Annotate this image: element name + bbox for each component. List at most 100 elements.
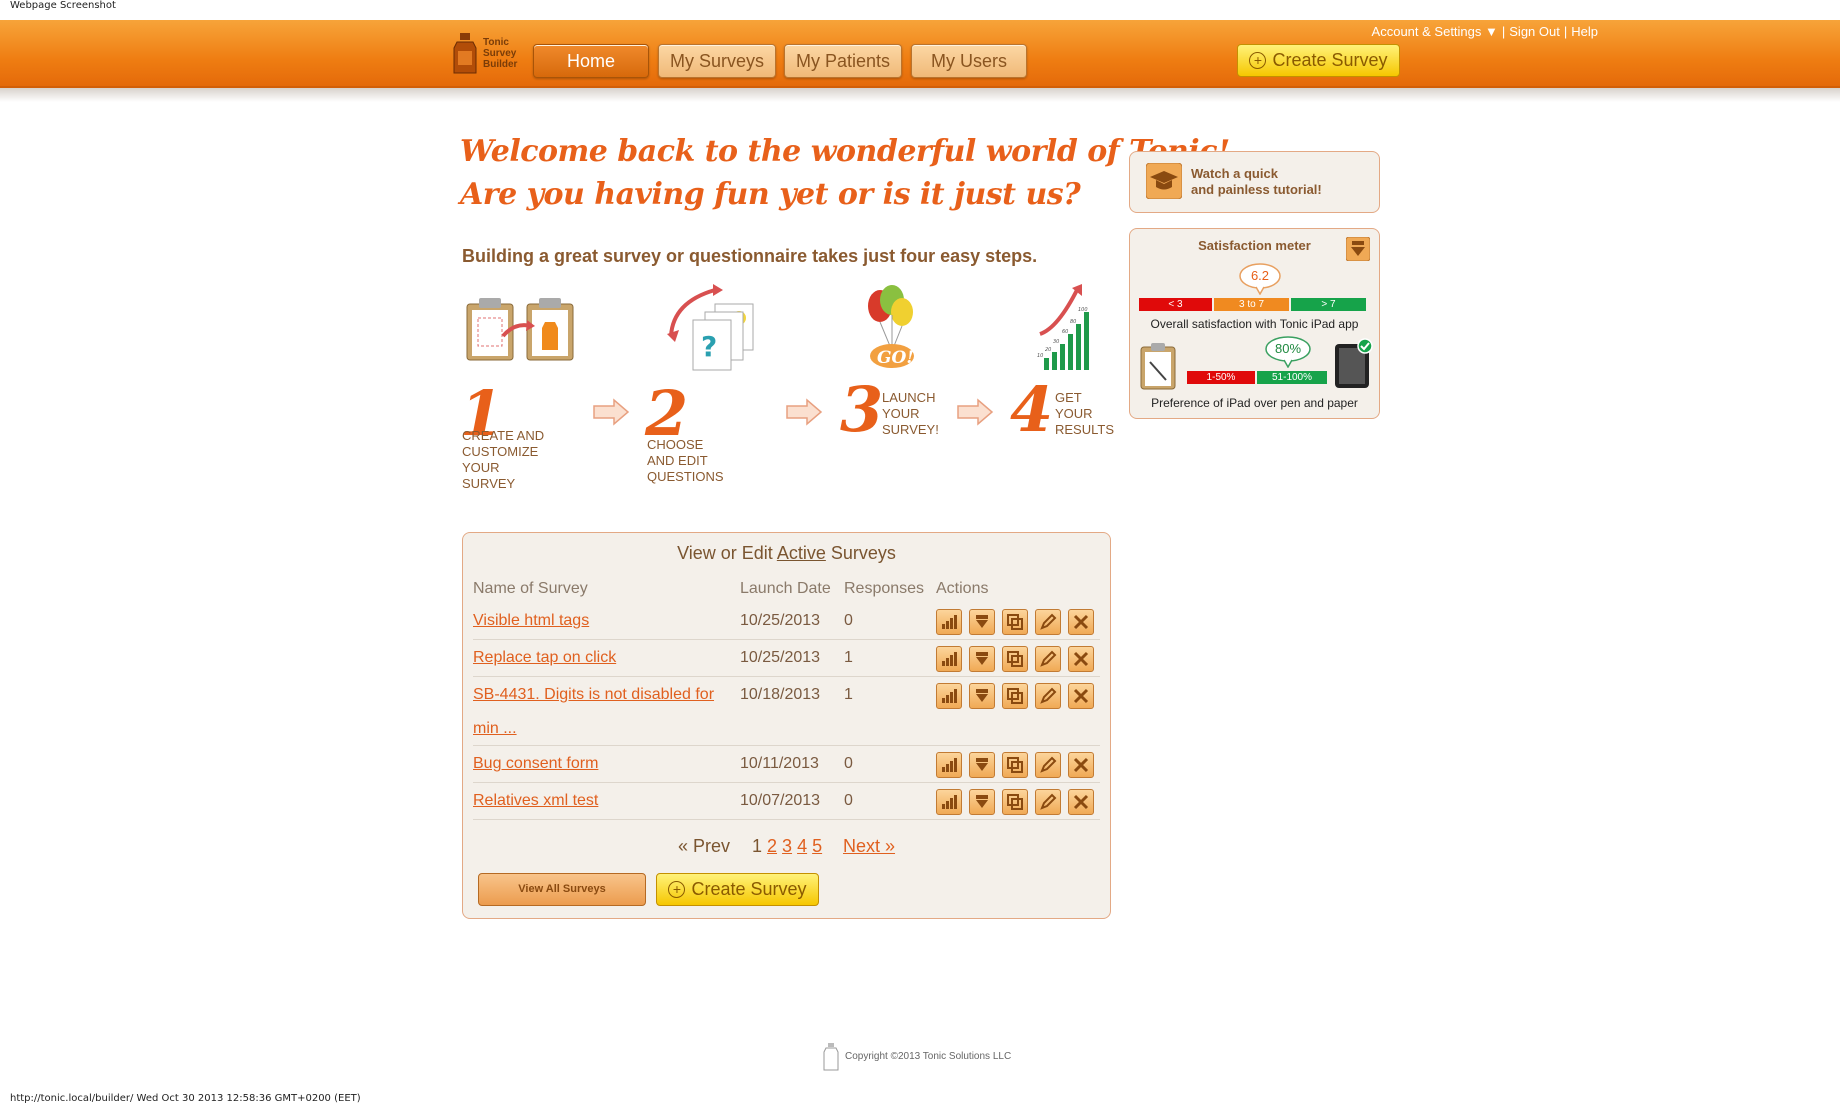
launch-date: 10/07/2013 [740,792,821,809]
step-1-text: CREATE AND CUSTOMIZE YOUR SURVEY [462,428,545,491]
survey-name-link[interactable]: Visible html tags [473,604,589,638]
step-3-number: 3 [840,373,884,446]
table-row: Bug consent form 10/11/2013 0 [473,747,1100,783]
tick-label: 80 [1070,319,1076,325]
launch-date: 10/25/2013 [740,612,821,629]
graduation-cap-icon[interactable] [1145,162,1183,204]
survey-name-link[interactable]: SB-4431. Digits is not disabled for [473,678,714,712]
pager-page-link[interactable]: 4 [797,836,807,856]
panel-title: View or Edit Active Surveys [677,543,896,563]
download-icon[interactable] [969,646,995,672]
pager-page-link[interactable]: 2 [767,836,777,856]
arrow-right-icon [592,398,630,431]
duplicate-icon[interactable] [1002,683,1028,709]
nav-my-patients[interactable]: My Patients [784,44,902,78]
sign-out-link[interactable]: Sign Out [1509,24,1560,39]
results-chart-icon[interactable] [936,752,962,778]
view-all-surveys-button[interactable]: View All Surveys [478,873,646,906]
download-icon[interactable] [969,683,995,709]
results-chart-icon[interactable] [936,609,962,635]
survey-name-link[interactable]: Replace tap on click [473,641,616,675]
bottle-footer-icon [823,1043,839,1076]
bottle-logo-icon[interactable] [452,33,478,80]
results-chart-icon[interactable] [936,683,962,709]
delete-icon[interactable] [1068,646,1094,672]
delete-icon[interactable] [1068,789,1094,815]
tick-label: 30 [1053,339,1059,345]
duplicate-icon[interactable] [1002,789,1028,815]
delete-icon[interactable] [1068,683,1094,709]
edit-pencil-icon[interactable] [1035,646,1061,672]
tablet-check-icon [1334,338,1374,395]
edit-pencil-icon[interactable] [1035,683,1061,709]
survey-name-link-continued[interactable]: min ... [473,712,517,746]
edit-pencil-icon[interactable] [1035,609,1061,635]
table-row: Replace tap on click 10/25/2013 1 [473,641,1100,677]
edit-pencil-icon[interactable] [1035,752,1061,778]
satisfaction-caption: Overall satisfaction with Tonic iPad app [1150,317,1359,331]
edit-pencil-icon[interactable] [1035,789,1061,815]
pager-prev[interactable]: « Prev [678,836,730,857]
step-3-text: LAUNCH YOUR SURVEY! [882,390,939,437]
preference-percent: 80% [1274,341,1302,356]
column-header-launch-date: Launch Date [740,580,831,597]
tick-label: 60 [1062,329,1068,335]
duplicate-icon[interactable] [1002,752,1028,778]
pager-page-links: 2 3 4 5 [767,836,822,857]
download-icon[interactable] [969,789,995,815]
table-row: Visible html tags 10/25/2013 0 [473,604,1100,640]
results-chart-icon[interactable] [936,789,962,815]
survey-name-link[interactable]: Relatives xml test [473,784,598,818]
duplicate-icon[interactable] [1002,646,1028,672]
pager-page-link[interactable]: 3 [782,836,792,856]
create-survey-label: Create Survey [1272,50,1388,70]
band-mid: 3 to 7 [1214,298,1289,311]
help-link[interactable]: Help [1571,24,1598,39]
download-icon[interactable] [1345,236,1371,266]
delete-icon[interactable] [1068,609,1094,635]
step-4-text: GET YOUR RESULTS [1055,390,1114,437]
account-links: Account & Settings ▼ | Sign Out | Help [1371,24,1598,39]
active-link[interactable]: Active [777,543,826,563]
nav-my-users[interactable]: My Users [911,44,1027,78]
responses-count: 0 [844,612,853,629]
account-settings-link[interactable]: Account & Settings ▼ [1372,24,1498,39]
welcome-heading: Welcome back to the wonderful world of T… [460,134,1230,212]
pager-page-link[interactable]: 5 [812,836,822,856]
pref-band-high: 51-100% [1257,371,1327,384]
step-2-text: CHOOSE AND EDIT QUESTIONS [647,437,724,484]
create-survey-button[interactable]: + Create Survey [1237,44,1400,77]
survey-name-link[interactable]: Bug consent form [473,747,598,781]
responses-count: 0 [844,792,853,809]
steps-intro: Building a great survey or questionnaire… [462,246,1038,266]
download-icon[interactable] [969,609,995,635]
launch-date: 10/11/2013 [740,755,819,772]
nav-my-surveys[interactable]: My Surveys [658,44,776,78]
duplicate-icon[interactable] [1002,609,1028,635]
create-survey-label: Create Survey [691,879,807,899]
tick-label: 20 [1045,347,1051,353]
download-icon[interactable] [969,752,995,778]
tutorial-text[interactable]: Watch a quick and painless tutorial! [1191,166,1322,198]
satisfaction-score: 6.2 [1250,268,1270,283]
pref-band-low: 1-50% [1187,371,1255,384]
chart-step-icon: 10 20 30 60 80 100 [1034,282,1094,379]
nav-home[interactable]: Home [533,44,649,78]
responses-count: 1 [844,649,853,666]
step-2-number: 2 [645,377,689,450]
questions-step-icon: ? [663,284,759,381]
arrow-right-icon [785,398,823,431]
column-header-responses: Responses [844,580,925,597]
header-shadow [0,88,1840,102]
go-badge: GO! [877,348,914,368]
create-survey-bottom-button[interactable]: + Create Survey [656,873,819,906]
column-header-name: Name of Survey [473,580,588,597]
table-row: Relatives xml test 10/07/2013 0 [473,784,1100,820]
delete-icon[interactable] [1068,752,1094,778]
plus-icon: + [1249,52,1267,69]
pager-next[interactable]: Next » [843,836,895,857]
status-line: http://tonic.local/builder/ Wed Oct 30 2… [10,1093,361,1104]
results-chart-icon[interactable] [936,646,962,672]
band-high: > 7 [1291,298,1366,311]
clipboard-pen-icon [1140,342,1176,395]
